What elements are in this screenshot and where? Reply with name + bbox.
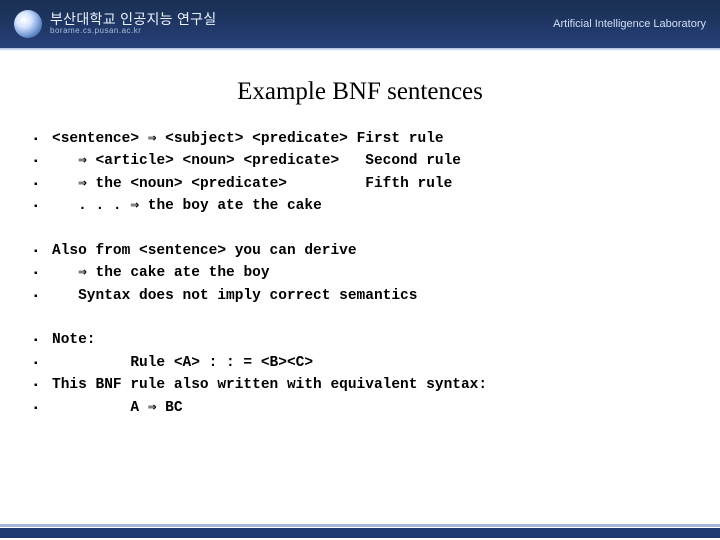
bullet-icon: ▪ <box>34 128 52 148</box>
bullet-icon: ▪ <box>34 352 52 372</box>
code-line: A ⇒ BC <box>52 397 183 419</box>
code-line: ⇒ the cake ate the boy <box>52 262 270 284</box>
derivation-block-2: ▪ Also from <sentence> you can derive ▪ … <box>34 240 686 307</box>
slide: 부산대학교 인공지능 연구실 borame.cs.pusan.ac.kr Art… <box>0 0 720 540</box>
bullet-icon: ▪ <box>34 397 52 417</box>
note-block: ▪ Note: ▪ Rule <A> : : = <B><C> ▪ This B… <box>34 329 686 419</box>
list-item: ▪ . . . ⇒ the boy ate the cake <box>34 195 686 217</box>
list-item: ▪ ⇒ the cake ate the boy <box>34 262 686 284</box>
code-line: . . . ⇒ the boy ate the cake <box>52 195 322 217</box>
org-name: 부산대학교 인공지능 연구실 <box>50 12 217 27</box>
derivation-block-1: ▪ <sentence> ⇒ <subject> <predicate> Fir… <box>34 128 686 218</box>
bullet-icon: ▪ <box>34 329 52 349</box>
footer-band <box>0 528 720 538</box>
lab-name: Artificial Intelligence Laboratory <box>553 18 706 30</box>
list-item: ▪ ⇒ <article> <noun> <predicate> Second … <box>34 150 686 172</box>
list-item: ▪ This BNF rule also written with equiva… <box>34 374 686 396</box>
slide-title: Example BNF sentences <box>0 78 720 106</box>
list-item: ▪ A ⇒ BC <box>34 397 686 419</box>
code-line: Note: <box>52 329 96 351</box>
list-item: ▪ Rule <A> : : = <B><C> <box>34 352 686 374</box>
content-area: ▪ <sentence> ⇒ <subject> <predicate> Fir… <box>0 128 720 419</box>
code-line: This BNF rule also written with equivale… <box>52 374 487 396</box>
bullet-icon: ▪ <box>34 285 52 305</box>
code-line: Syntax does not imply correct semantics <box>52 285 417 307</box>
bullet-icon: ▪ <box>34 195 52 215</box>
code-line: ⇒ the <noun> <predicate> Fifth rule <box>52 173 452 195</box>
code-line: Rule <A> : : = <B><C> <box>52 352 313 374</box>
org-block: 부산대학교 인공지능 연구실 borame.cs.pusan.ac.kr <box>50 12 217 35</box>
footer-accent <box>0 524 720 527</box>
bullet-icon: ▪ <box>34 173 52 193</box>
list-item: ▪ Syntax does not imply correct semantic… <box>34 285 686 307</box>
org-url: borame.cs.pusan.ac.kr <box>50 27 217 35</box>
bullet-icon: ▪ <box>34 240 52 260</box>
list-item: ▪ Note: <box>34 329 686 351</box>
header-left: 부산대학교 인공지능 연구실 borame.cs.pusan.ac.kr <box>14 10 217 38</box>
bullet-icon: ▪ <box>34 374 52 394</box>
globe-logo-icon <box>14 10 42 38</box>
bullet-icon: ▪ <box>34 262 52 282</box>
code-line: <sentence> ⇒ <subject> <predicate> First… <box>52 128 444 150</box>
header-bar: 부산대학교 인공지능 연구실 borame.cs.pusan.ac.kr Art… <box>0 0 720 48</box>
code-line: ⇒ <article> <noun> <predicate> Second ru… <box>52 150 461 172</box>
list-item: ▪ Also from <sentence> you can derive <box>34 240 686 262</box>
code-line: Also from <sentence> you can derive <box>52 240 357 262</box>
footer-bar <box>0 524 720 540</box>
list-item: ▪ <sentence> ⇒ <subject> <predicate> Fir… <box>34 128 686 150</box>
header-divider <box>0 48 720 51</box>
bullet-icon: ▪ <box>34 150 52 170</box>
list-item: ▪ ⇒ the <noun> <predicate> Fifth rule <box>34 173 686 195</box>
